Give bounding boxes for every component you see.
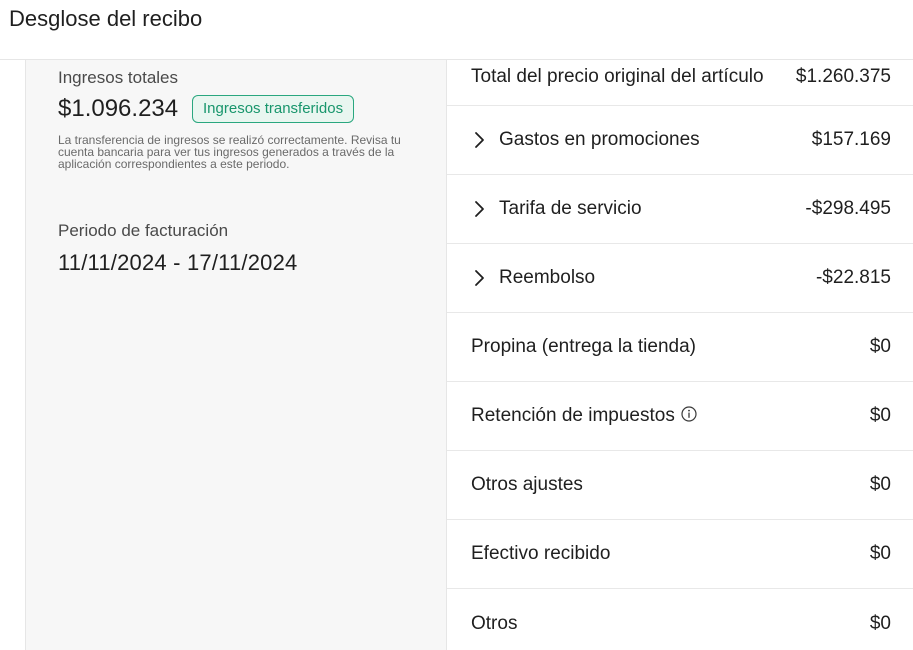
row-value: $0 bbox=[869, 405, 891, 426]
row-value: -$298.495 bbox=[805, 198, 891, 219]
chevron-right-icon bbox=[475, 270, 484, 286]
row-label: Reembolso bbox=[499, 267, 596, 288]
row-value: $1.260.375 bbox=[795, 66, 891, 88]
billing-period-value: 11/11/2024 - 17/11/2024 bbox=[58, 250, 298, 275]
row-label: Otros bbox=[471, 613, 518, 635]
row-original-price: Total del precio original del artículo $… bbox=[447, 36, 913, 106]
total-earnings-label: Ingresos totales bbox=[58, 68, 179, 87]
page-title: Desglose del recibo bbox=[9, 6, 203, 31]
row-value: $0 bbox=[869, 474, 891, 495]
row-label: Gastos en promociones bbox=[499, 129, 700, 150]
row-label: Efectivo recibido bbox=[471, 543, 611, 564]
chevron-right-icon bbox=[475, 132, 484, 148]
row-label: Tarifa de servicio bbox=[499, 198, 642, 219]
info-icon[interactable] bbox=[681, 406, 697, 422]
row-value: $0 bbox=[869, 336, 891, 357]
breakdown-panel: Total del precio original del artículo $… bbox=[446, 60, 913, 650]
row-others: Otros $0 bbox=[447, 589, 913, 650]
transfer-note: La transferencia de ingresos se realizó … bbox=[58, 133, 401, 171]
row-other-adjustments: Otros ajustes $0 bbox=[447, 451, 913, 520]
row-label-wrap: Retención de impuestos bbox=[471, 405, 697, 427]
row-tip: Propina (entrega la tienda) $0 bbox=[447, 313, 913, 382]
row-promotions[interactable]: Gastos en promociones $157.169 bbox=[447, 106, 913, 175]
row-label: Propina (entrega la tienda) bbox=[471, 336, 696, 357]
billing-period-label: Periodo de facturación bbox=[58, 221, 229, 240]
row-value: $0 bbox=[869, 613, 891, 635]
row-value: -$22.815 bbox=[815, 267, 891, 288]
row-service-fee[interactable]: Tarifa de servicio -$298.495 bbox=[447, 175, 913, 244]
chevron-right-icon bbox=[475, 201, 484, 217]
row-tax-withholding: Retención de impuestos $0 bbox=[447, 382, 913, 451]
row-value: $157.169 bbox=[811, 129, 891, 150]
row-refund[interactable]: Reembolso -$22.815 bbox=[447, 244, 913, 313]
status-badge: Ingresos transferidos bbox=[192, 95, 355, 123]
row-label: Retención de impuestos bbox=[471, 405, 675, 426]
row-value: $0 bbox=[869, 543, 891, 564]
row-label: Total del precio original del artículo bbox=[471, 66, 764, 88]
row-cash-received: Efectivo recibido $0 bbox=[447, 520, 913, 589]
total-earnings-amount: $1.096.234 bbox=[58, 95, 179, 122]
earnings-summary-panel: Ingresos totales $1.096.234 Ingresos tra… bbox=[25, 60, 447, 650]
row-label: Otros ajustes bbox=[471, 474, 583, 495]
